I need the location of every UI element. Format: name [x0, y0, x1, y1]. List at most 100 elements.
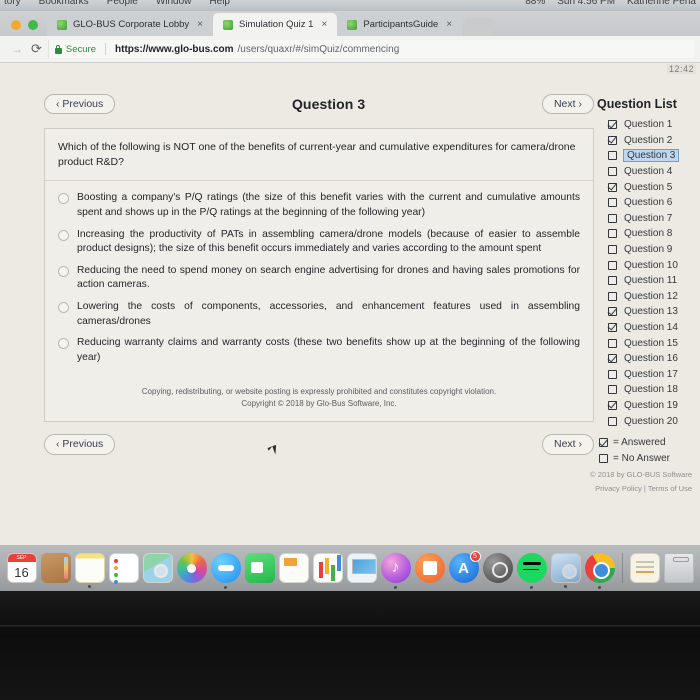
question-list-item-17[interactable]: Question 17	[597, 367, 700, 383]
answered-checkbox-icon[interactable]	[608, 182, 617, 192]
window-traffic-lights[interactable]	[0, 20, 47, 36]
dock-icon-numbers[interactable]	[312, 553, 343, 583]
question-list-item-1[interactable]: Question 1	[597, 117, 700, 133]
answered-checkbox-icon[interactable]	[608, 354, 617, 364]
question-list-label: Question 10	[624, 259, 678, 271]
menubar-menu-1[interactable]: Bookmarks	[39, 0, 89, 7]
answered-checkbox-icon[interactable]	[608, 307, 617, 317]
question-list-item-8[interactable]: Question 8	[597, 226, 700, 242]
dock-icon-contacts[interactable]	[40, 553, 71, 583]
no-answer-checkbox-icon[interactable]	[608, 369, 617, 379]
previous-button-top[interactable]: ‹ Previous	[44, 93, 116, 115]
browser-tab-2[interactable]: ParticipantsGuide ×	[337, 13, 463, 36]
question-list-item-11[interactable]: Question 11	[597, 273, 700, 289]
answer-radio-3[interactable]	[58, 302, 69, 314]
previous-button-bottom[interactable]: ‹ Previous	[44, 434, 116, 455]
question-list-item-16[interactable]: Question 16	[597, 351, 700, 367]
answer-radio-1[interactable]	[58, 229, 69, 241]
answer-option[interactable]: Increasing the productivity of PATs in a…	[58, 228, 580, 257]
dock-icon-spotify[interactable]	[516, 553, 547, 589]
question-list-item-13[interactable]: Question 13	[597, 304, 700, 320]
answered-checkbox-icon[interactable]	[608, 323, 617, 333]
dock-icon-pages[interactable]	[278, 553, 309, 583]
question-list-item-2[interactable]: Question 2	[597, 133, 700, 149]
dock-icon-reminders[interactable]	[108, 553, 139, 583]
forward-arrow-icon[interactable]: →	[6, 42, 28, 56]
question-list-item-3[interactable]: Question 3	[597, 148, 700, 164]
answer-option[interactable]: Lowering the costs of components, access…	[58, 300, 580, 329]
no-answer-checkbox-icon[interactable]	[608, 291, 617, 301]
no-answer-checkbox-icon[interactable]	[608, 229, 617, 239]
dock-icon-app-store[interactable]: 5	[448, 551, 481, 583]
question-list-item-18[interactable]: Question 18	[597, 382, 700, 398]
dock-icon-calendar[interactable]: SEP 16	[6, 553, 37, 583]
question-list-item-7[interactable]: Question 7	[597, 211, 700, 227]
answered-checkbox-icon[interactable]	[608, 400, 617, 410]
footer-links[interactable]: Privacy Policy | Terms of Use	[590, 482, 692, 496]
quiz-nav-top: ‹ Previous Question 3 Next ›	[44, 90, 594, 118]
answer-option[interactable]: Reducing the need to spend money on sear…	[58, 264, 580, 293]
question-list-item-4[interactable]: Question 4	[597, 164, 700, 180]
menubar-status-1[interactable]: Sun 4:56 PM	[557, 0, 615, 7]
question-list-item-12[interactable]: Question 12	[597, 289, 700, 305]
answer-option[interactable]: Boosting a company's P/Q ratings (the si…	[58, 191, 580, 220]
reload-icon[interactable]: ⟳	[28, 41, 48, 57]
no-answer-checkbox-icon[interactable]	[608, 260, 617, 270]
address-bar[interactable]: Secure https://www.glo-bus.com /users/qu…	[47, 40, 694, 58]
answered-checkbox-icon[interactable]	[608, 135, 617, 145]
answer-radio-4[interactable]	[58, 338, 69, 350]
menubar-menu-0[interactable]: tory	[4, 0, 21, 7]
question-list-panel: Question List Question 1 Question 2 Questi…	[597, 97, 700, 466]
menubar-status-0[interactable]: 88%	[525, 0, 545, 7]
dock-icon-notes[interactable]	[74, 553, 105, 588]
dock-icon-messages[interactable]	[210, 553, 241, 589]
dock-icon-photos[interactable]	[176, 553, 207, 583]
question-list-item-20[interactable]: Question 20	[597, 413, 700, 429]
question-list-item-5[interactable]: Question 5	[597, 179, 700, 195]
menubar-menu-2[interactable]: People	[107, 0, 138, 7]
dock-icon-preview[interactable]	[550, 553, 581, 588]
browser-tab-0[interactable]: GLO-BUS Corporate Lobby ×	[47, 13, 214, 36]
answer-radio-2[interactable]	[58, 265, 69, 277]
question-list-item-6[interactable]: Question 6	[597, 195, 700, 211]
tab-close-icon[interactable]: ×	[319, 19, 329, 30]
dock-icon-facetime[interactable]	[244, 553, 275, 583]
tab-close-icon[interactable]: ×	[444, 19, 454, 30]
no-answer-checkbox-icon[interactable]	[608, 416, 617, 426]
new-tab-button[interactable]	[465, 18, 494, 36]
no-answer-checkbox-icon[interactable]	[608, 385, 617, 395]
no-answer-checkbox-icon[interactable]	[608, 338, 617, 348]
question-list-item-19[interactable]: Question 19	[597, 398, 700, 414]
no-answer-checkbox-icon[interactable]	[608, 198, 617, 208]
tab-close-icon[interactable]: ×	[195, 19, 205, 30]
dock-icon-chrome[interactable]	[584, 553, 615, 589]
minimize-button[interactable]	[11, 20, 21, 30]
no-answer-checkbox-icon[interactable]	[608, 213, 617, 223]
dock-icon-maps[interactable]	[142, 553, 173, 583]
no-answer-checkbox-icon[interactable]	[608, 151, 617, 161]
answer-radio-0[interactable]	[58, 193, 69, 205]
next-button-top[interactable]: Next ›	[541, 93, 594, 115]
question-list-item-10[interactable]: Question 10	[597, 257, 700, 273]
no-answer-checkbox-icon[interactable]	[608, 276, 617, 286]
question-list-item-14[interactable]: Question 14	[597, 320, 700, 336]
maximize-button[interactable]	[28, 20, 38, 30]
no-answer-checkbox-icon[interactable]	[608, 167, 617, 177]
next-button-bottom[interactable]: Next ›	[541, 434, 594, 455]
question-list-item-9[interactable]: Question 9	[597, 242, 700, 258]
dock-icon-trash[interactable]	[663, 553, 694, 583]
dock-icon-system-preferences[interactable]	[482, 553, 513, 583]
answer-option[interactable]: Reducing warranty claims and warranty co…	[58, 336, 580, 365]
menubar-menu-3[interactable]: Window	[156, 0, 192, 7]
dock-icon-ibooks[interactable]	[414, 553, 445, 583]
question-list-label: Question 2	[624, 134, 673, 146]
answered-checkbox-icon[interactable]	[608, 120, 617, 130]
question-list-item-15[interactable]: Question 15	[597, 335, 700, 351]
browser-tab-1[interactable]: Simulation Quiz 1 ×	[213, 13, 338, 36]
dock-icon-stickies[interactable]	[629, 553, 660, 583]
dock-icon-keynote[interactable]	[346, 553, 377, 583]
menubar-status-2[interactable]: Katherine Pena	[627, 0, 696, 7]
no-answer-checkbox-icon[interactable]	[608, 245, 617, 255]
dock-icon-itunes[interactable]	[380, 553, 411, 589]
menubar-menu-4[interactable]: Help	[209, 0, 230, 7]
